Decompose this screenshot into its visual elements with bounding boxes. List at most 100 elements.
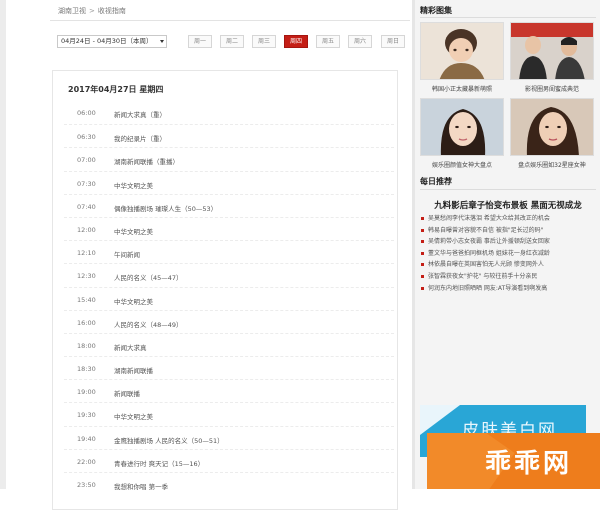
tab-day-wed[interactable]: 周三 [252, 35, 276, 48]
program-time: 22:00 [77, 457, 96, 466]
bullet-icon [421, 263, 424, 267]
bullet-icon [421, 274, 424, 278]
tab-day-thu[interactable]: 周四 [284, 35, 308, 48]
program-title[interactable]: 新闻联播 [114, 388, 140, 398]
news-item[interactable]: 董文华与爸爸拍同框机场 姐妹花一身红衣减龄 [420, 248, 596, 260]
recommend-divider [420, 189, 596, 190]
news-link[interactable]: 何润东内地旧照晒晒 网友:AT导演看到啊发高 [428, 285, 547, 292]
breadcrumb-separator: > [89, 7, 95, 15]
program-title[interactable]: 中华文明之美 [114, 411, 153, 421]
program-title[interactable]: 人民的名义（48—49） [114, 319, 183, 329]
news-item[interactable]: 韩易自曝曾对容貌不自信 被指"足长过的码" [420, 225, 596, 237]
chevron-down-icon [160, 40, 164, 43]
program-title[interactable]: 新闻大求真 [114, 342, 147, 352]
program-title[interactable]: 湖南新闻联播 [114, 365, 153, 375]
gallery-item[interactable]: 娱乐圈颜值女神大盘点 [420, 98, 504, 169]
gallery-caption[interactable]: 娱乐圈颜值女神大盘点 [420, 160, 504, 169]
program-row: 19:40 金鹰独播剧场 人民的名义（50—51） [64, 425, 394, 449]
program-title[interactable]: 青春进行时 爽天记（15—16） [114, 458, 204, 468]
bullet-icon [421, 286, 424, 290]
program-time: 07:00 [77, 156, 96, 165]
program-time: 19:00 [77, 388, 96, 397]
news-link[interactable]: 吴莫愁闹李代沫落泪 希望大众给其改正的机会 [428, 215, 550, 222]
program-title[interactable]: 我的纪录片（重） [114, 133, 166, 143]
news-item[interactable]: 张智霖获夜女"护花" 与较往前手十分亲民 [420, 271, 596, 283]
bullet-icon [421, 251, 424, 255]
program-row: 12:10 午间新闻 [64, 240, 394, 263]
tab-day-sun[interactable]: 周日 [381, 35, 405, 48]
tab-day-sat[interactable]: 周六 [348, 35, 372, 48]
recommend-headline[interactable]: 九料影后章子怡变布景板 黑面无视成龙 [420, 199, 596, 211]
woman-photo-image [511, 99, 593, 155]
program-row: 18:00 新闻大求真 [64, 332, 394, 356]
program-title[interactable]: 午间新闻 [114, 249, 140, 259]
program-row: 22:00 青春进行时 爽天记（15—16） [64, 448, 394, 472]
program-time: 07:30 [77, 179, 96, 188]
gallery-caption[interactable]: 韩国小正太藏暴新萌照 [420, 84, 504, 93]
gallery-thumbnail[interactable] [510, 22, 594, 80]
tab-day-fri[interactable]: 周五 [316, 35, 340, 48]
program-time: 06:00 [77, 109, 96, 117]
program-row: 19:30 中华文明之美 [64, 402, 394, 425]
program-title[interactable]: 中华文明之美 [114, 180, 153, 190]
program-title[interactable]: 中华文明之美 [114, 296, 153, 306]
program-list: 06:00 新闻大求真（重） 06:30 我的纪录片（重） 07:00 湖南新闻联播（… [64, 101, 394, 495]
week-select[interactable]: 04月24日 - 04月30日（本周） [57, 35, 167, 48]
recommend-section-title: 每日推荐 [420, 177, 452, 186]
news-item[interactable]: 何润东内地旧照晒晒 网友:AT导演看到啊发高 [420, 283, 596, 295]
news-link[interactable]: 吴倩莉带小志女夜霸 事后让外援顿刮送女回家 [428, 238, 550, 245]
program-row: 23:50 我想和你唱 第一季 [64, 472, 394, 495]
program-time: 12:10 [77, 249, 96, 258]
program-row: 07:40 偶像独播剧场 璀璨人生（50—53） [64, 193, 394, 217]
child-photo-image [421, 23, 503, 79]
news-item[interactable]: 吴倩莉带小志女夜霸 事后让外援顿刮送女回家 [420, 236, 596, 248]
gallery-item[interactable]: 盘点娱乐圈如32星座女神 [510, 98, 594, 169]
news-link[interactable]: 董文华与爸爸拍同框机场 姐妹花一身红衣减龄 [428, 250, 550, 257]
program-row: 12:30 人民的名义（45—47） [64, 263, 394, 286]
program-time: 19:40 [77, 434, 96, 443]
program-row: 06:00 新闻大求真（重） [64, 101, 394, 124]
bullet-icon [421, 228, 424, 232]
gallery-section-title: 精彩图集 [420, 6, 452, 15]
news-item[interactable]: 林依晨自曝在英国害怕无人光顾 惨变网外人 [420, 259, 596, 271]
program-title[interactable]: 新闻大求真（重） [114, 109, 166, 119]
program-row: 07:30 中华文明之美 [64, 170, 394, 194]
program-time: 19:30 [77, 411, 96, 420]
news-item[interactable]: 吴莫愁闹李代沫落泪 希望大众给其改正的机会 [420, 213, 596, 225]
news-link[interactable]: 林依晨自曝在英国害怕无人光顾 惨变网外人 [428, 261, 544, 268]
gallery-caption[interactable]: 影视圈男闺蜜成典范 [510, 84, 594, 93]
gallery-item[interactable]: 韩国小正太藏暴新萌照 [420, 22, 504, 93]
program-time: 23:50 [77, 481, 96, 489]
tab-day-tue[interactable]: 周二 [220, 35, 244, 48]
gallery-divider [420, 17, 596, 18]
gallery-thumbnail[interactable] [420, 22, 504, 80]
program-time: 06:30 [77, 133, 96, 142]
schedule-date-title: 2017年04月27日 星期四 [68, 85, 164, 94]
gallery-item[interactable]: 影视圈男闺蜜成典范 [510, 22, 594, 93]
gallery-thumbnail[interactable] [510, 98, 594, 156]
program-row: 07:00 湖南新闻联播（重播） [64, 147, 394, 170]
program-time: 18:00 [77, 341, 96, 350]
breadcrumb-current: 收视指南 [97, 7, 126, 15]
program-row: 18:30 湖南新闻联播 [64, 356, 394, 379]
program-title[interactable]: 金鹰独播剧场 人民的名义（50—51） [114, 435, 224, 445]
gallery-caption[interactable]: 盘点娱乐圈如32星座女神 [510, 160, 594, 169]
breadcrumb-channel-link[interactable]: 湖南卫视 [58, 7, 86, 15]
program-title[interactable]: 人民的名义（45—47） [114, 272, 183, 282]
watermark-text: 乖乖网 [485, 449, 573, 479]
bullet-icon [421, 240, 424, 244]
program-title[interactable]: 中华文明之美 [114, 226, 153, 236]
program-title[interactable]: 湖南新闻联播（重播） [114, 156, 179, 166]
program-guide-panel: 湖南卫视 > 收视指南 04月24日 - 04月30日（本周） 周一 周二 周三 周… [0, 0, 412, 510]
gallery-thumbnail[interactable] [420, 98, 504, 156]
news-list: 吴莫愁闹李代沫落泪 希望大众给其改正的机会 韩易自曝曾对容貌不自信 被指"足长过… [420, 213, 596, 294]
breadcrumb-divider [50, 20, 410, 21]
tab-day-mon[interactable]: 周一 [188, 35, 212, 48]
news-link[interactable]: 韩易自曝曾对容貌不自信 被指"足长过的码" [428, 227, 543, 234]
program-title[interactable]: 我想和你唱 第一季 [114, 481, 168, 491]
woman-photo-image [421, 99, 503, 155]
program-time: 15:40 [77, 295, 96, 304]
program-title[interactable]: 偶像独播剧场 璀璨人生（50—53） [114, 203, 217, 213]
program-row: 06:30 我的纪录片（重） [64, 124, 394, 147]
news-link[interactable]: 张智霖获夜女"护花" 与较往前手十分亲民 [428, 273, 537, 280]
